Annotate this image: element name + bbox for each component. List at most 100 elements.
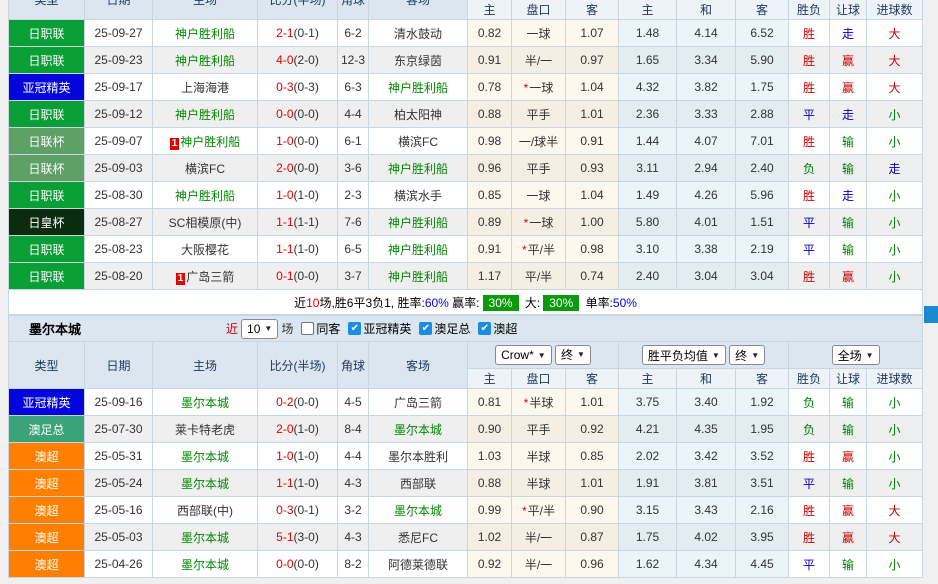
home-team-name[interactable]: 墨尔本城 [181, 531, 229, 545]
score-cell[interactable]: 0-1(0-0) [258, 263, 338, 290]
away-team-name[interactable]: 阿德莱德联 [388, 558, 448, 572]
home-team-name[interactable]: SC相模原(中) [169, 216, 242, 230]
checkbox-checked-icon[interactable]: ✔ [478, 322, 491, 335]
score-cell[interactable]: 2-0(1-0) [258, 416, 338, 443]
home-team-cell: SC相模原(中) [153, 209, 258, 236]
checkbox-checked-icon[interactable]: ✔ [348, 322, 361, 335]
euro-home-odds: 1.62 [619, 551, 677, 578]
score-cell[interactable]: 2-0(0-0) [258, 155, 338, 182]
score-cell[interactable]: 1-0(1-0) [258, 182, 338, 209]
home-team-name[interactable]: 墨尔本城 [181, 450, 229, 464]
asian-handicap: 平手 [512, 155, 566, 182]
asian-handicap: 平手 [512, 416, 566, 443]
league-badge[interactable]: 日职联 [9, 263, 85, 290]
score-cell[interactable]: 2-1(0-1) [258, 20, 338, 47]
score-cell[interactable]: 0-0(0-0) [258, 101, 338, 128]
handicap-text: 平手 [526, 162, 550, 176]
away-team-name[interactable]: 神户胜利船 [388, 216, 448, 230]
home-team-name[interactable]: 墨尔本城 [181, 396, 229, 410]
score-cell[interactable]: 4-0(2-0) [258, 47, 338, 74]
checkbox-unchecked-icon[interactable] [301, 322, 314, 335]
score-cell[interactable]: 0-2(0-0) [258, 389, 338, 416]
score-cell[interactable]: 5-1(3-0) [258, 524, 338, 551]
scroll-widget-button[interactable] [924, 306, 938, 323]
league-badge[interactable]: 澳超 [9, 497, 85, 524]
away-team-name[interactable]: 东京绿茵 [394, 54, 442, 68]
recent-count-select[interactable]: 10▼ [241, 319, 278, 339]
league-badge[interactable]: 日联杯 [9, 155, 85, 182]
home-team-name[interactable]: 上海海港 [181, 81, 229, 95]
summary-win-rate: 60% [425, 296, 449, 310]
home-team-name[interactable]: 神户胜利船 [175, 108, 235, 122]
euro-home-odds: 3.15 [619, 497, 677, 524]
league-badge[interactable]: 澳超 [9, 524, 85, 551]
scope-select[interactable]: 全场▼ [832, 345, 880, 365]
league-badge[interactable]: 澳超 [9, 470, 85, 497]
league-badge[interactable]: 日联杯 [9, 128, 85, 155]
away-team-name[interactable]: 神户胜利船 [388, 162, 448, 176]
filter-checkbox-亚冠精英[interactable]: ✔亚冠精英 [348, 320, 411, 337]
euro-type-select[interactable]: 胜平负均值▼ [642, 345, 726, 365]
away-team-name[interactable]: 悉尼FC [398, 531, 438, 545]
league-badge[interactable]: 亚冠精英 [9, 74, 85, 101]
away-team-name[interactable]: 清水鼓动 [394, 27, 442, 41]
euro-time-select[interactable]: 终▼ [729, 345, 765, 365]
away-team-name[interactable]: 柏太阳神 [394, 108, 442, 122]
home-team-name[interactable]: 神户胜利船 [175, 27, 235, 41]
league-badge[interactable]: 澳超 [9, 443, 85, 470]
away-team-name[interactable]: 神户胜利船 [388, 270, 448, 284]
home-team-name[interactable]: 神户胜利船 [175, 189, 235, 203]
odds-source-select[interactable]: Crow*▼ [495, 345, 552, 365]
away-team-name[interactable]: 墨尔本城 [394, 504, 442, 518]
asian-time-select[interactable]: 终▼ [555, 345, 591, 365]
asian-handicap: 平手 [512, 101, 566, 128]
away-team-name[interactable]: 横滨水手 [394, 189, 442, 203]
score-cell[interactable]: 1-1(1-0) [258, 470, 338, 497]
handicap-result: 输 [830, 155, 867, 182]
home-team-name[interactable]: 莱卡特老虎 [175, 423, 235, 437]
home-team-name[interactable]: 广岛三箭 [186, 270, 234, 284]
league-badge[interactable]: 日职联 [9, 47, 85, 74]
away-team-cell: 神户胜利船 [369, 263, 468, 290]
euro-home-odds: 1.65 [619, 47, 677, 74]
score-cell[interactable]: 1-0(1-0) [258, 443, 338, 470]
half-score: (0-0) [294, 395, 319, 409]
asian-away-odds: 1.01 [566, 470, 619, 497]
home-team-name[interactable]: 墨尔本城 [181, 477, 229, 491]
away-team-name[interactable]: 横滨FC [398, 135, 438, 149]
score-cell[interactable]: 1-1(1-0) [258, 236, 338, 263]
home-team-name[interactable]: 横滨FC [185, 162, 225, 176]
full-score: 0-0 [276, 557, 293, 571]
away-team-name[interactable]: 神户胜利船 [388, 243, 448, 257]
checkbox-checked-icon[interactable]: ✔ [419, 322, 432, 335]
league-badge[interactable]: 日职联 [9, 182, 85, 209]
match-row: 日职联25-08-30神户胜利船1-0(1-0)2-3横滨水手0.85一球1.0… [9, 182, 923, 209]
away-team-name[interactable]: 西部联 [400, 477, 436, 491]
home-team-name[interactable]: 西部联(中) [177, 504, 233, 518]
away-team-name[interactable]: 墨尔本城 [394, 423, 442, 437]
league-badge[interactable]: 日职联 [9, 236, 85, 263]
filter-checkbox-同客[interactable]: 同客 [301, 320, 340, 337]
home-team-name[interactable]: 墨尔本城 [181, 558, 229, 572]
score-cell[interactable]: 0-0(0-0) [258, 551, 338, 578]
score-cell[interactable]: 1-1(1-1) [258, 209, 338, 236]
home-team-name[interactable]: 神户胜利船 [175, 54, 235, 68]
score-cell[interactable]: 0-3(0-3) [258, 74, 338, 101]
filter-checkbox-澳超[interactable]: ✔澳超 [478, 320, 517, 337]
away-team-name[interactable]: 神户胜利船 [388, 81, 448, 95]
home-team-cell: 神户胜利船 [153, 101, 258, 128]
league-badge[interactable]: 亚冠精英 [9, 389, 85, 416]
col-header-home: 主场 [153, 0, 258, 20]
league-badge[interactable]: 日职联 [9, 20, 85, 47]
score-cell[interactable]: 0-3(0-1) [258, 497, 338, 524]
score-cell[interactable]: 1-0(0-0) [258, 128, 338, 155]
league-badge[interactable]: 日职联 [9, 101, 85, 128]
league-badge[interactable]: 澳足总 [9, 416, 85, 443]
away-team-name[interactable]: 墨尔本胜利 [388, 450, 448, 464]
league-badge[interactable]: 澳超 [9, 551, 85, 578]
filter-checkbox-澳足总[interactable]: ✔澳足总 [419, 320, 470, 337]
home-team-name[interactable]: 大阪樱花 [181, 243, 229, 257]
away-team-name[interactable]: 广岛三箭 [394, 396, 442, 410]
home-team-name[interactable]: 神户胜利船 [180, 135, 240, 149]
league-badge[interactable]: 日皇杯 [9, 209, 85, 236]
